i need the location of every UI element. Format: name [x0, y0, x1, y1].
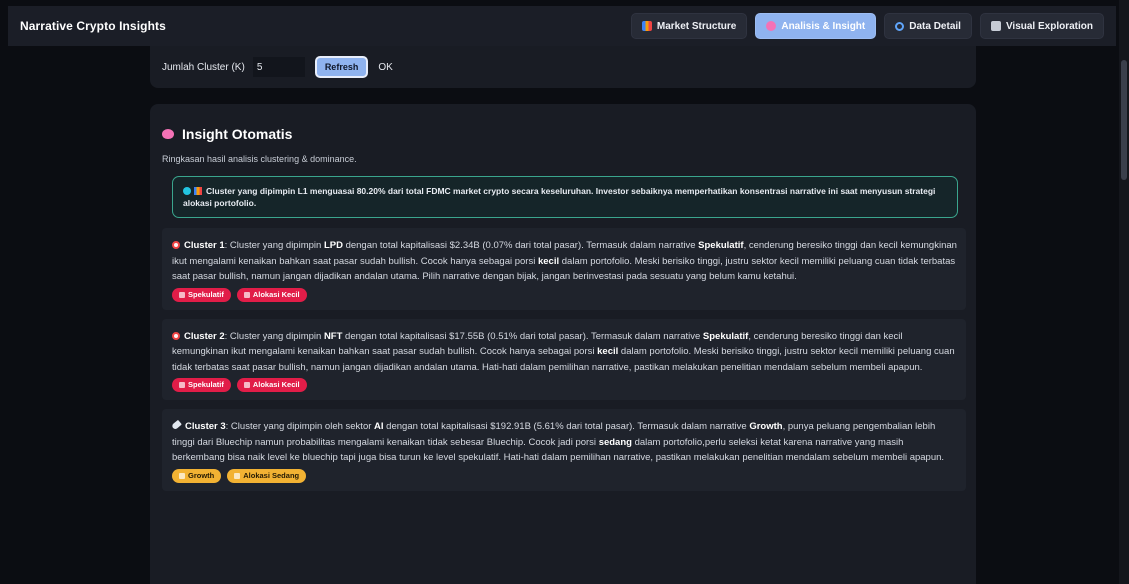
- cluster-controls: Jumlah Cluster (K) Refresh OK: [150, 46, 976, 88]
- badge-label: Growth: [188, 470, 215, 480]
- cluster-card: Cluster 3: Cluster yang dipimpin oleh se…: [162, 409, 966, 491]
- cluster-alloc: sedang: [598, 436, 632, 448]
- allocation-badge: Alokasi Sedang: [227, 468, 307, 483]
- badge-label: Alokasi Kecil: [252, 289, 300, 299]
- badge-row: Growth Alokasi Sedang: [172, 468, 958, 483]
- summary-leader: L1: [297, 186, 308, 196]
- cluster-narrative: Growth: [749, 421, 783, 432]
- page-scrollbar[interactable]: [1119, 0, 1129, 584]
- app-title: Narrative Crypto Insights: [20, 19, 166, 33]
- narrative-badge: Growth: [172, 468, 222, 483]
- insight-card: Insight Otomatis Ringkasan hasil analisi…: [150, 104, 976, 584]
- badge-label: Spekulatif: [188, 289, 224, 299]
- badge-label: Alokasi Kecil: [252, 380, 300, 390]
- flame-icon: [179, 291, 185, 298]
- globe-icon: [183, 187, 191, 195]
- brain-icon: [766, 21, 777, 31]
- cluster-cap: dengan total kapitalisasi $2.34B (0.07% …: [342, 240, 699, 251]
- cluster-narrative: Spekulatif: [698, 240, 744, 251]
- chart-icon: [990, 21, 1001, 31]
- insight-title: Insight Otomatis: [182, 126, 293, 142]
- cluster-pre: : Cluster yang dipimpin: [224, 330, 324, 342]
- cluster-alloc: kecil: [537, 255, 560, 267]
- cluster-leader: NFT: [323, 330, 343, 342]
- cluster-pre: : Cluster yang dipimpin: [224, 240, 324, 251]
- insight-subtitle: Ringkasan hasil analisis clustering & do…: [162, 154, 357, 164]
- tab-label: Market Structure: [656, 20, 737, 32]
- top-navbar: Narrative Crypto Insights Market Structu…: [8, 6, 1116, 46]
- cluster-leader: LPD: [323, 240, 343, 251]
- rocket-icon: [171, 419, 182, 431]
- cluster-alloc: kecil: [597, 346, 619, 357]
- tab-market-structure[interactable]: Market Structure: [630, 13, 748, 39]
- allocation-badge: Alokasi Kecil: [236, 287, 307, 302]
- pie-icon: [243, 291, 250, 298]
- tab-label: Data Detail: [909, 20, 961, 32]
- k-input[interactable]: [252, 57, 305, 77]
- pie-icon: [243, 382, 250, 388]
- tab-data-detail[interactable]: Data Detail: [884, 13, 972, 39]
- cluster-card: Cluster 2: Cluster yang dipimpin NFT den…: [162, 318, 966, 400]
- cluster-name: Cluster 2: [184, 330, 225, 342]
- cluster-text: Cluster 1: Cluster yang dipimpin LPD den…: [172, 238, 958, 285]
- tab-label: Analisis & Insight: [781, 20, 866, 32]
- summary-mid: menguasai: [307, 186, 357, 196]
- brain-icon: [162, 129, 174, 139]
- cluster-leader: AI: [374, 421, 384, 432]
- cluster-card: Cluster 1: Cluster yang dipimpin LPD den…: [162, 228, 966, 310]
- narrative-badge: Spekulatif: [172, 287, 231, 302]
- badge-row: Spekulatif Alokasi Kecil: [172, 287, 958, 302]
- summary-percent: 80.20%: [356, 186, 386, 196]
- summary-lead: Cluster yang dipimpin: [206, 186, 298, 196]
- bar-chart-icon: [641, 21, 652, 31]
- cluster-name: Cluster 3: [185, 421, 226, 432]
- cluster-cap: dengan total kapitalisasi $192.91B (5.61…: [383, 421, 750, 432]
- target-icon: [172, 241, 180, 249]
- badge-row: Spekulatif Alokasi Kecil: [172, 378, 958, 392]
- cluster-text: Cluster 3: Cluster yang dipimpin oleh se…: [171, 419, 958, 466]
- badge-label: Spekulatif: [188, 380, 224, 390]
- tab-visual-exploration[interactable]: Visual Exploration: [979, 13, 1104, 39]
- search-icon: [895, 21, 905, 31]
- badge-label: Alokasi Sedang: [243, 470, 300, 480]
- sprout-icon: [179, 472, 185, 479]
- target-icon: [172, 331, 180, 340]
- summary-callout: Cluster yang dipimpin L1 menguasai 80.20…: [172, 176, 958, 218]
- flame-icon: [179, 382, 185, 388]
- cluster-narrative: Spekulatif: [702, 330, 749, 342]
- cluster-text: Cluster 2: Cluster yang dipimpin NFT den…: [172, 329, 958, 376]
- cluster-name: Cluster 1: [184, 240, 225, 251]
- refresh-button[interactable]: Refresh: [314, 56, 369, 78]
- tab-label: Visual Exploration: [1005, 20, 1093, 32]
- nav-tabs: Market Structure Analisis & Insight Data…: [630, 13, 1104, 39]
- cluster-cap: dengan total kapitalisasi $17.55B (0.51%…: [342, 330, 703, 342]
- narrative-badge: Spekulatif: [172, 378, 231, 392]
- allocation-badge: Alokasi Kecil: [236, 378, 307, 392]
- tab-analisis-insight[interactable]: Analisis & Insight: [755, 13, 877, 39]
- bar-chart-icon: [194, 187, 202, 195]
- scrollbar-thumb[interactable]: [1121, 60, 1127, 180]
- chart-icon: [234, 472, 241, 479]
- cluster-pre: : Cluster yang dipimpin oleh sektor: [225, 421, 375, 432]
- k-label: Jumlah Cluster (K): [162, 61, 245, 73]
- status-text: OK: [378, 61, 393, 73]
- section-title: Insight Otomatis: [162, 126, 964, 142]
